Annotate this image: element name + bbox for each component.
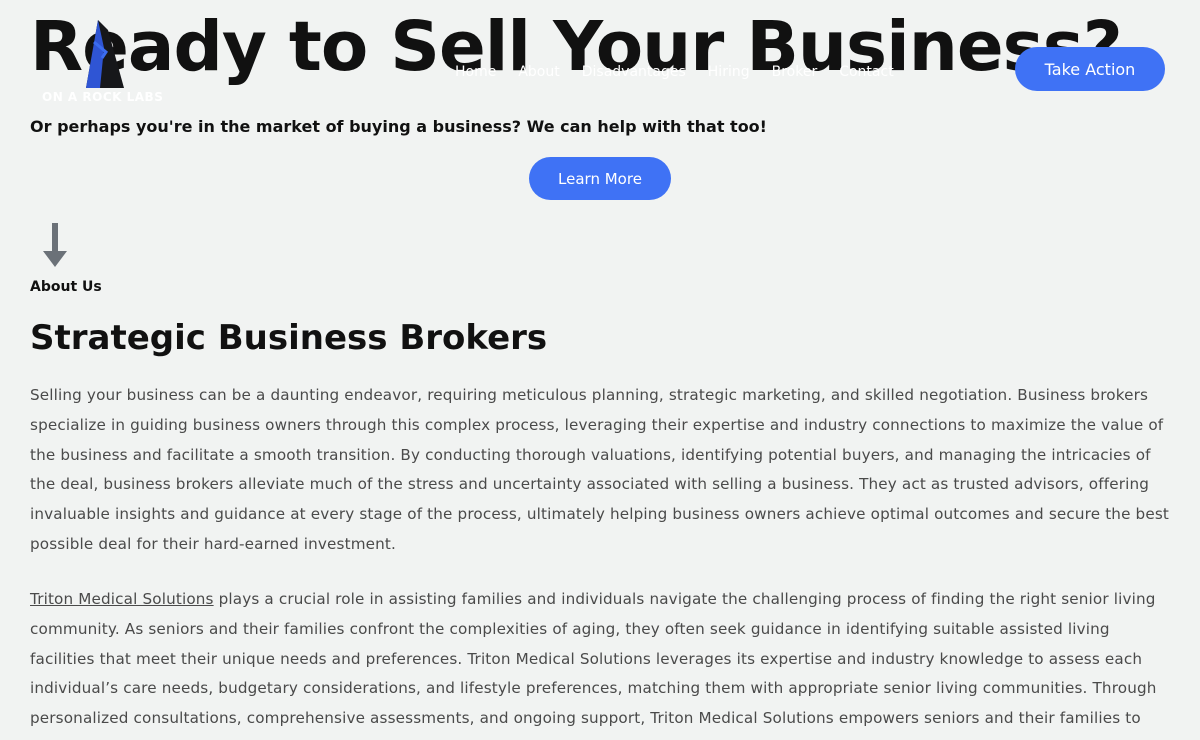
learn-more-button[interactable]: Learn More	[529, 157, 671, 200]
nav-hiring[interactable]: Hiring	[708, 64, 750, 80]
nav-contact[interactable]: Contact	[839, 64, 893, 80]
main-nav: Home About Disadvantages Hiring Broker C…	[455, 64, 894, 80]
nav-broker[interactable]: Broker	[772, 64, 818, 80]
logo-icon	[86, 20, 124, 88]
nav-disadvantages[interactable]: Disadvantages	[582, 64, 686, 80]
paragraph-2-text: plays a crucial role in assisting famili…	[30, 590, 1157, 728]
page: Ready to Sell Your Business? ON A ROCK L…	[0, 0, 1200, 740]
about-paragraph-1: Selling your business can be a daunting …	[30, 386, 1169, 553]
nav-home[interactable]: Home	[455, 64, 496, 80]
arrow-down-icon[interactable]	[42, 223, 68, 267]
about-paragraph-2: Triton Medical Solutions plays a crucial…	[30, 585, 1170, 734]
triton-link[interactable]: Triton Medical Solutions	[30, 590, 214, 608]
hero-subtitle: Or perhaps you're in the market of buyin…	[30, 117, 767, 136]
site-logo[interactable]: ON A ROCK LABS	[40, 18, 168, 108]
nav-about[interactable]: About	[518, 64, 559, 80]
logo-text: ON A ROCK LABS	[42, 90, 164, 104]
about-label: About Us	[30, 279, 102, 295]
take-action-button[interactable]: Take Action	[1015, 47, 1165, 91]
section-title: Strategic Business Brokers	[30, 318, 548, 358]
